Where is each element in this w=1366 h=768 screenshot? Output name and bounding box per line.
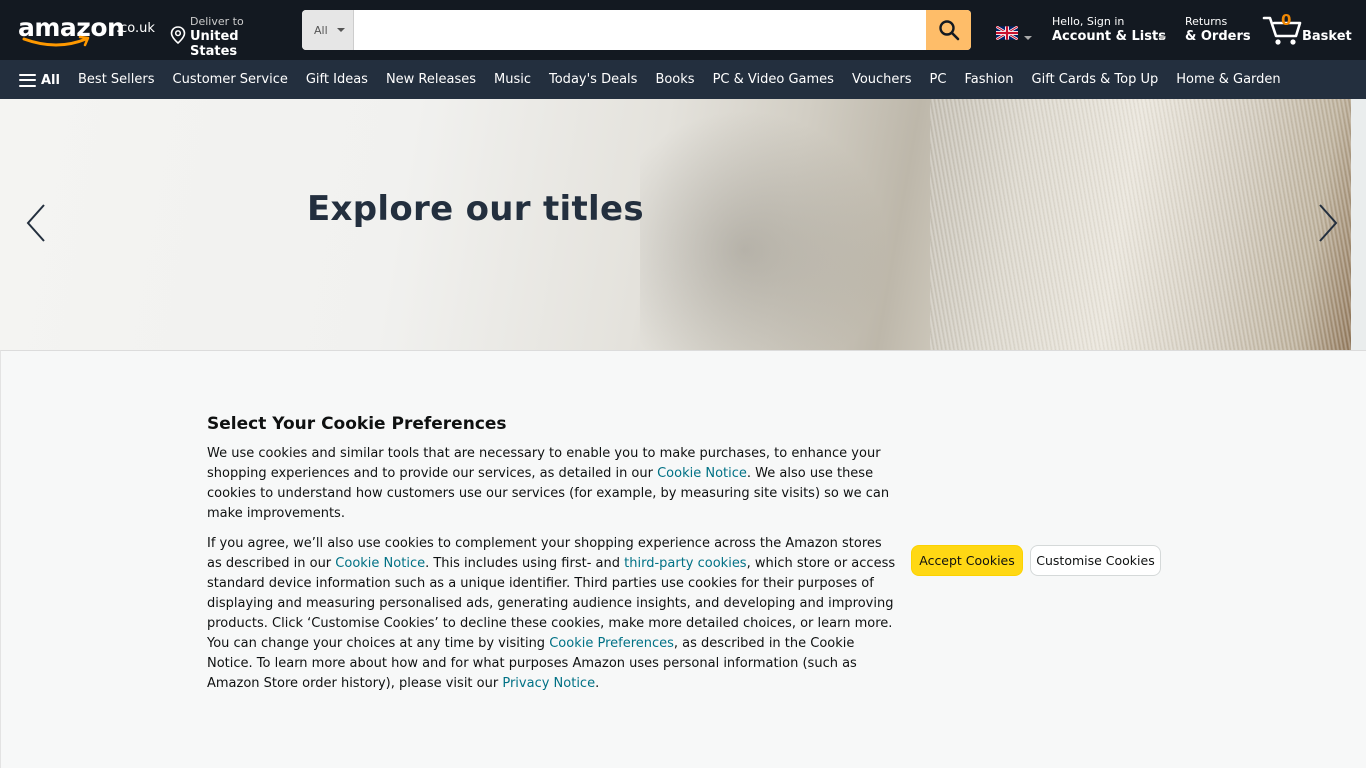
logo-tld: .co.uk xyxy=(116,21,155,36)
deliver-label: Deliver to xyxy=(190,15,244,28)
location-pin-icon xyxy=(170,26,186,48)
carousel-next-button[interactable] xyxy=(1316,203,1340,243)
accept-cookies-button[interactable]: Accept Cookies xyxy=(911,545,1023,576)
nav-item-gift-ideas[interactable]: Gift Ideas xyxy=(306,72,368,87)
uk-flag-icon xyxy=(995,25,1019,41)
cookie-paragraph-1: We use cookies and similar tools that ar… xyxy=(207,444,897,524)
third-party-cookies-link[interactable]: third-party cookies xyxy=(624,556,746,571)
nav-item-gift-cards[interactable]: Gift Cards & Top Up xyxy=(1032,72,1159,87)
search-category-label: All xyxy=(314,24,328,37)
amazon-logo[interactable]: amazon .co.uk xyxy=(16,13,155,49)
orders-label: & Orders xyxy=(1185,29,1251,44)
nav-item-pc-video-games[interactable]: PC & Video Games xyxy=(713,72,834,87)
privacy-notice-link[interactable]: Privacy Notice xyxy=(502,676,595,691)
deliver-country: United States xyxy=(190,29,239,59)
nav-item-best-sellers[interactable]: Best Sellers xyxy=(78,72,155,87)
cookie-notice-link[interactable]: Cookie Notice xyxy=(335,556,425,571)
cookie-preferences-link[interactable]: Cookie Preferences xyxy=(549,636,674,651)
account-and-lists[interactable]: Hello, Sign in Account & Lists xyxy=(1052,12,1172,48)
smile-arrow-icon xyxy=(22,35,90,47)
secondary-navbar: All Best Sellers Customer Service Gift I… xyxy=(0,60,1366,99)
basket-button[interactable]: 0 Basket xyxy=(1262,10,1352,50)
cookie-paragraph-2: If you agree, we’ll also use cookies to … xyxy=(207,534,897,694)
hero-carousel[interactable]: Explore our titles xyxy=(0,99,1351,350)
nav-item-todays-deals[interactable]: Today's Deals xyxy=(549,72,637,87)
nav-item-new-releases[interactable]: New Releases xyxy=(386,72,476,87)
cookie-text: . xyxy=(595,676,600,691)
nav-item-fashion[interactable]: Fashion xyxy=(964,72,1013,87)
chevron-right-icon xyxy=(1319,204,1338,242)
basket-count: 0 xyxy=(1281,11,1292,29)
nav-item-music[interactable]: Music xyxy=(494,72,531,87)
all-menu-label: All xyxy=(41,72,60,88)
nav-item-customer-service[interactable]: Customer Service xyxy=(173,72,288,87)
search-icon xyxy=(938,20,959,41)
cookie-consent-banner: Select Your Cookie Preferences We use co… xyxy=(0,350,1366,768)
menu-icon xyxy=(19,73,36,87)
deliver-to[interactable]: Deliver to United States xyxy=(168,12,288,59)
returns-label: Returns xyxy=(1185,15,1228,28)
chevron-down-icon xyxy=(337,28,345,32)
account-greeting: Hello, Sign in xyxy=(1052,15,1125,28)
all-menu-button[interactable]: All xyxy=(19,71,60,89)
chevron-down-icon xyxy=(1158,36,1166,40)
search-category-dropdown[interactable]: All xyxy=(302,10,354,50)
cookie-text: . This includes using first- and xyxy=(425,556,625,571)
nav-item-pc[interactable]: PC xyxy=(930,72,947,87)
chevron-down-icon xyxy=(1024,36,1032,40)
search-input[interactable] xyxy=(354,10,927,50)
nav-item-home-garden[interactable]: Home & Garden xyxy=(1176,72,1280,87)
search-bar: All xyxy=(302,10,971,50)
basket-label: Basket xyxy=(1302,29,1352,44)
language-selector[interactable] xyxy=(995,25,1032,43)
carousel-prev-button[interactable] xyxy=(24,203,48,243)
cookie-banner-title: Select Your Cookie Preferences xyxy=(207,414,507,434)
account-label: Account & Lists xyxy=(1052,29,1166,44)
hero-book-pages-image xyxy=(930,99,1351,350)
nav-links: Best Sellers Customer Service Gift Ideas… xyxy=(78,60,1299,99)
search-button[interactable] xyxy=(926,10,971,50)
chevron-left-icon xyxy=(26,204,45,242)
top-navbar: amazon .co.uk Deliver to United States A… xyxy=(0,0,1366,60)
returns-and-orders[interactable]: Returns & Orders xyxy=(1185,12,1255,48)
hero-title: Explore our titles xyxy=(307,189,644,229)
cookie-notice-link[interactable]: Cookie Notice xyxy=(657,466,747,481)
page-scrollbar-gutter xyxy=(1351,99,1366,350)
nav-item-vouchers[interactable]: Vouchers xyxy=(852,72,912,87)
customise-cookies-button[interactable]: Customise Cookies xyxy=(1030,545,1161,576)
hero-image-shadow xyxy=(640,99,900,350)
nav-item-books[interactable]: Books xyxy=(655,72,694,87)
